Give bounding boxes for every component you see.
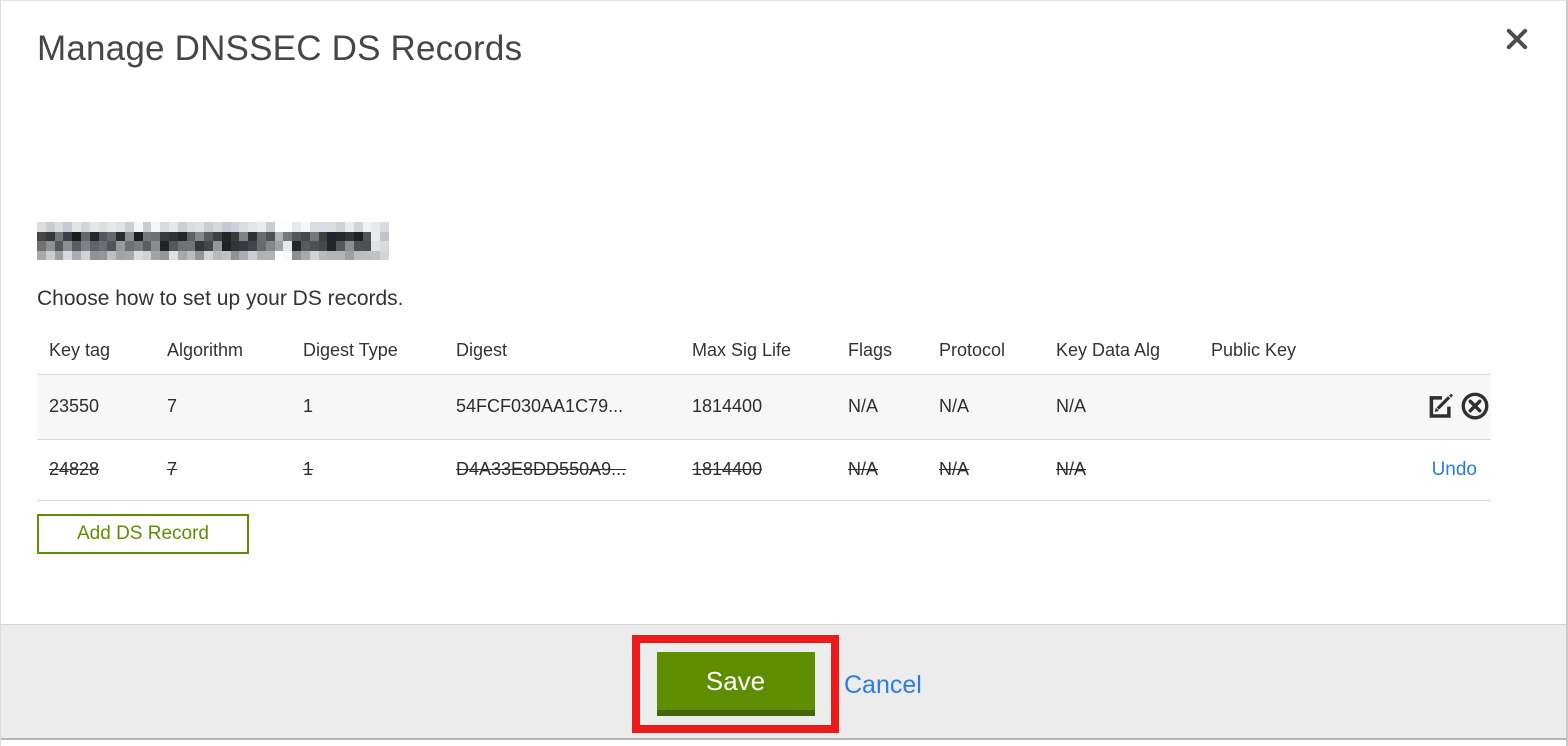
cell-text: 23550 (49, 396, 100, 416)
cell (1199, 439, 1349, 500)
cell-text: 54FCF030AA1C79... (456, 396, 624, 416)
cell: 1814400 (680, 374, 836, 439)
column-header: Flags (848, 339, 893, 360)
cell-text: N/A (1056, 459, 1087, 479)
table-row: 24828 7 1 D4A33E8DD550A9... 1814400 N/A N/A N/A… (37, 439, 1491, 500)
row-actions (1349, 374, 1491, 439)
cell: 7 (155, 374, 291, 439)
save-button[interactable]: Save (656, 652, 815, 716)
cell: 7 (155, 439, 291, 500)
column-header: Digest Type (303, 339, 398, 360)
edit-icon[interactable] (1426, 391, 1458, 423)
cell-text: N/A (939, 459, 970, 479)
cell: N/A (836, 374, 927, 439)
cell-text: 7 (167, 396, 178, 416)
cell: N/A (836, 439, 927, 500)
ds-records-table: Key tag Algorithm Digest Type Digest Max Sig… (37, 333, 1491, 501)
row-actions: Undo (1349, 439, 1491, 500)
cell: N/A (1044, 374, 1199, 439)
table-row: 23550 7 1 54FCF030AA1C79... 1814400 N/A N/A N/A (37, 374, 1491, 439)
cell-text: 1814400 (692, 459, 763, 479)
cell: 54FCF030AA1C79... (444, 374, 680, 439)
annotation-red-box: Save (632, 635, 839, 733)
cancel-link[interactable]: Cancel (844, 671, 922, 700)
table-body: 23550 7 1 54FCF030AA1C79... 1814400 N/A N/A N/A… (37, 374, 1491, 500)
delete-icon[interactable] (1459, 391, 1491, 423)
cell-text: N/A (1056, 396, 1087, 416)
cell: N/A (927, 374, 1044, 439)
column-header: Public Key (1211, 339, 1297, 360)
cell: D4A33E8DD550A9... (444, 439, 680, 500)
page-title: Manage DNSSEC DS Records (37, 29, 523, 68)
cell-text: 1 (303, 396, 314, 416)
cell: N/A (927, 439, 1044, 500)
cell-text: 1 (303, 459, 314, 479)
cell-text: 1814400 (692, 396, 763, 416)
cell-text: 7 (167, 459, 178, 479)
close-x-glyph (1506, 28, 1528, 50)
close-icon[interactable] (1501, 23, 1533, 55)
cell: 1814400 (680, 439, 836, 500)
column-header: Algorithm (167, 339, 244, 360)
cell: 24828 (37, 439, 155, 500)
cell-text: N/A (848, 396, 879, 416)
dnssec-dialog: Manage DNSSEC DS Records Choose how to s… (0, 0, 1568, 746)
cell-text: N/A (939, 396, 970, 416)
instruction-text: Choose how to set up your DS records. (37, 287, 404, 310)
add-ds-record-button[interactable]: Add DS Record (37, 514, 249, 554)
cell: 1 (291, 374, 444, 439)
cell: N/A (1044, 439, 1199, 500)
cell-text: 24828 (49, 459, 100, 479)
cell-text: D4A33E8DD550A9... (456, 459, 627, 479)
cell (1199, 374, 1349, 439)
column-header: Key Data Alg (1056, 339, 1161, 360)
column-header: Digest (456, 339, 508, 360)
table-header: Key tag Algorithm Digest Type Digest Max Sig… (37, 333, 1491, 374)
column-header: Protocol (939, 339, 1006, 360)
undo-link[interactable]: Undo (1361, 459, 1491, 481)
column-header: Max Sig Life (692, 339, 792, 360)
cell-text: N/A (848, 459, 879, 479)
column-header: Key tag (49, 339, 111, 360)
cell: 23550 (37, 374, 155, 439)
redacted-domain-name (37, 222, 389, 260)
cell: 1 (291, 439, 444, 500)
dialog-footer: Save Cancel (1, 624, 1566, 740)
